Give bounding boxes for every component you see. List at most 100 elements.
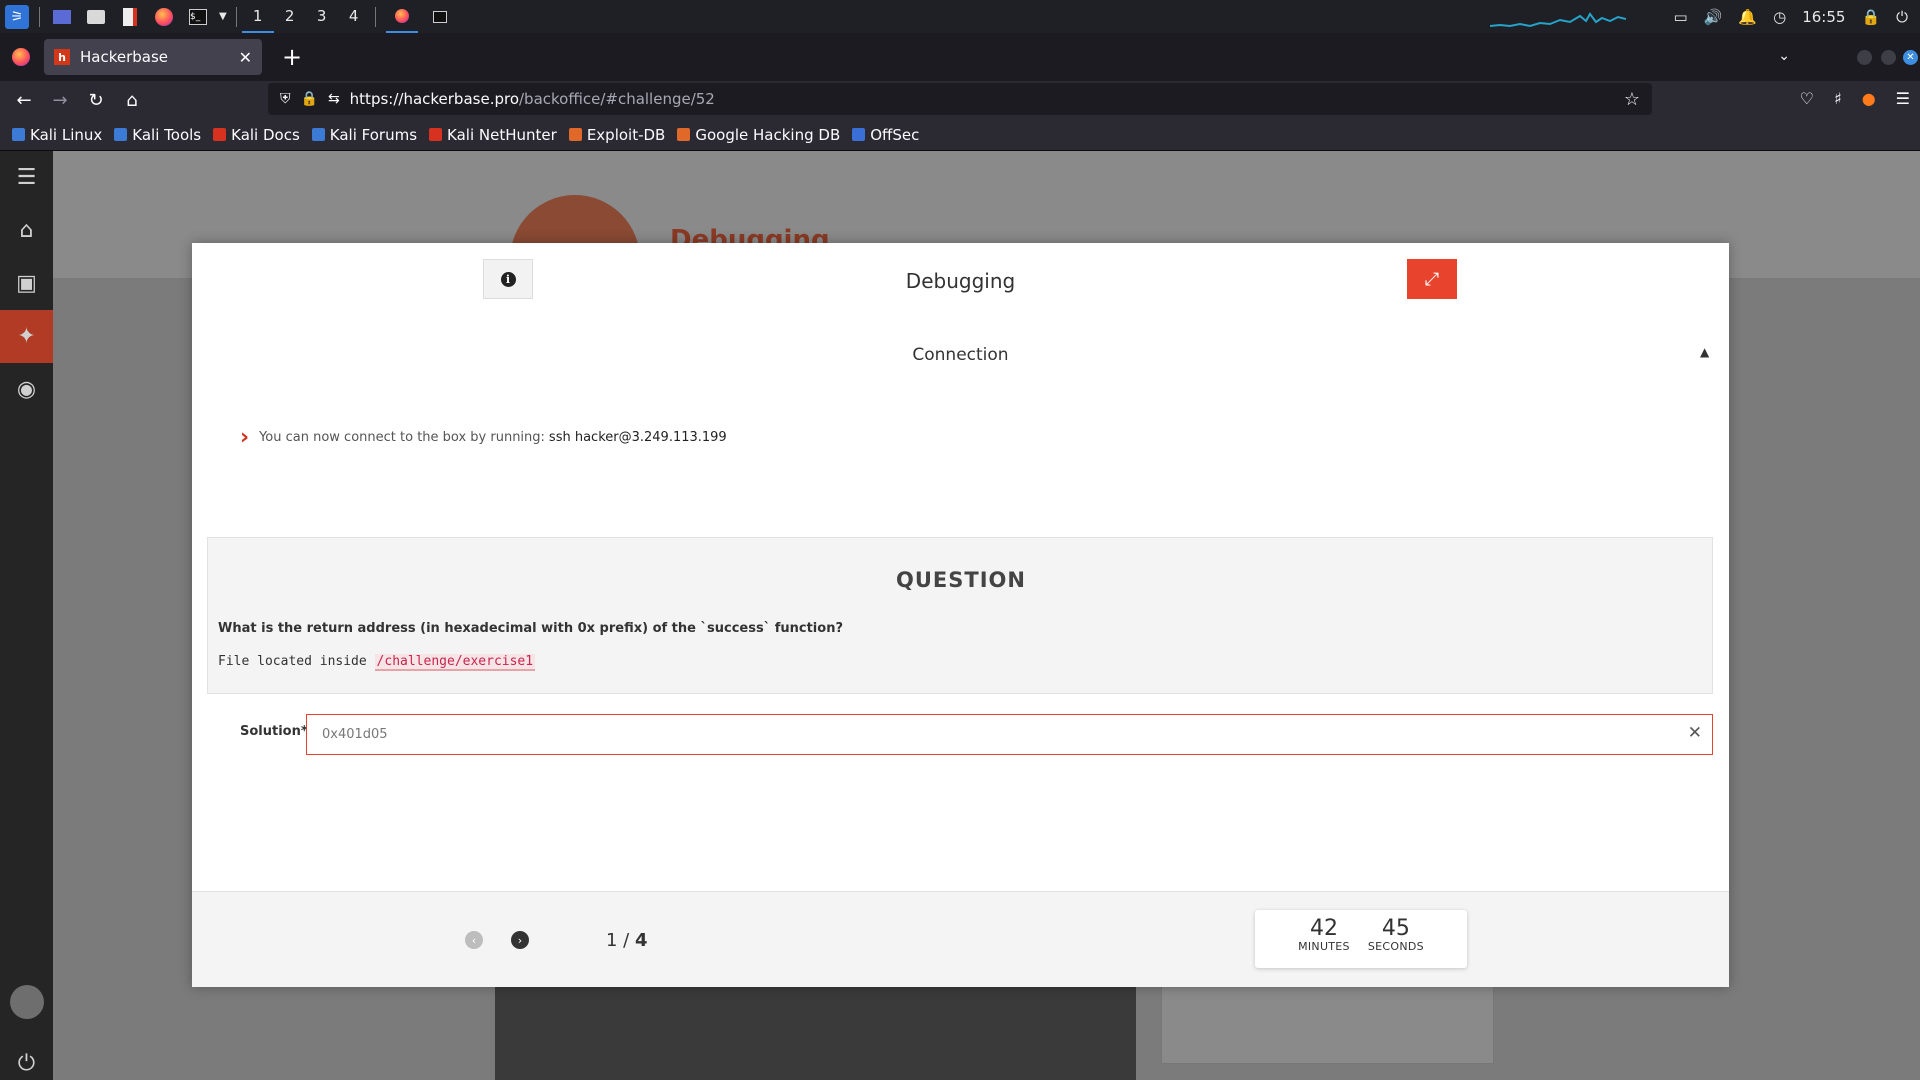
notifications-icon[interactable]: 🔔: [1738, 8, 1757, 26]
previous-question-icon[interactable]: ‹: [465, 931, 483, 949]
page-total: 4: [634, 930, 648, 951]
clock-icon: ◷: [1773, 7, 1787, 26]
bookmark-kali-linux[interactable]: Kali Linux: [12, 126, 102, 144]
back-icon[interactable]: ←: [6, 90, 42, 111]
expand-button[interactable]: ⤢: [1407, 259, 1457, 299]
clear-icon[interactable]: ✕: [1688, 723, 1702, 743]
pocket-icon[interactable]: ♡: [1800, 89, 1814, 108]
question-pager: 1 / 4: [606, 930, 648, 951]
file-location-prefix: File located inside: [218, 654, 367, 669]
volume-icon[interactable]: 🔊: [1704, 8, 1723, 26]
bookmark-label: Kali Docs: [231, 125, 300, 144]
extensions-icon[interactable]: ♯: [1834, 89, 1842, 108]
text-editor-icon[interactable]: [118, 5, 142, 29]
home-icon[interactable]: ⌂: [114, 90, 150, 111]
bookmark-kali-nethunter[interactable]: Kali NetHunter: [429, 126, 557, 144]
logout-power-icon[interactable]: ⏻: [0, 1037, 53, 1080]
bookmark-exploit-db[interactable]: Exploit-DB: [568, 125, 666, 144]
lock-icon[interactable]: 🔒: [1861, 8, 1880, 26]
workspace-1[interactable]: 1: [241, 0, 274, 33]
firefox-window-button[interactable]: [385, 0, 418, 33]
timer-seconds-label: SECONDS: [1367, 940, 1424, 953]
permissions-icon[interactable]: ⇆: [328, 91, 340, 107]
system-taskbar: ⚞ $_ ▼ 1 2 3 4 ▭ 🔊 🔔 ◷ 16:55 🔒 ⏻: [0, 0, 1920, 33]
bookmark-label: Exploit-DB: [586, 125, 666, 144]
hackerbase-favicon-icon: h: [54, 49, 70, 65]
app-sidebar: ☰ ⌂ ▣ ✦ ◉ ⏻: [0, 151, 53, 1080]
minimize-window-button[interactable]: [1857, 50, 1872, 65]
terminal-icon[interactable]: $_: [186, 5, 210, 29]
expand-arrows-icon: ⤢: [1424, 268, 1440, 290]
clock-time[interactable]: 16:55: [1802, 8, 1845, 26]
sidebar-briefcase-icon[interactable]: ▣: [0, 257, 53, 310]
workspace-4[interactable]: 4: [338, 0, 370, 33]
firefox-launcher-icon[interactable]: [152, 5, 176, 29]
terminal-window-button[interactable]: [428, 5, 452, 29]
bookmark-star-icon[interactable]: ☆: [1624, 89, 1640, 110]
new-tab-icon[interactable]: +: [282, 43, 302, 71]
caret-up-icon[interactable]: ▲: [1700, 345, 1709, 359]
timer-seconds-value: 45: [1381, 916, 1410, 941]
url-path: /backoffice/#challenge/52: [519, 90, 715, 108]
connection-info: › You can now connect to the box by runn…: [240, 425, 727, 450]
connection-accordion-header[interactable]: Connection: [192, 345, 1729, 365]
close-window-button[interactable]: ✕: [1903, 50, 1918, 65]
next-question-icon[interactable]: ›: [511, 931, 529, 949]
system-tray: ▭ 🔊 🔔 ◷ 16:55 🔒 ⏻: [1674, 0, 1920, 33]
show-desktop-icon[interactable]: [50, 5, 74, 29]
sidebar-home-icon[interactable]: ⌂: [0, 204, 53, 257]
user-avatar[interactable]: [10, 985, 44, 1019]
list-all-tabs-icon[interactable]: ⌄: [1778, 48, 1790, 64]
launcher-dropdown-icon[interactable]: ▼: [219, 11, 227, 22]
tab-close-icon[interactable]: ✕: [239, 48, 252, 67]
reload-icon[interactable]: ↻: [78, 90, 114, 111]
firefox-view-icon[interactable]: [12, 48, 30, 66]
display-icon[interactable]: ▭: [1674, 8, 1688, 26]
app-menu-icon[interactable]: ☰: [1896, 89, 1910, 108]
bookmark-offsec[interactable]: OffSec: [852, 126, 919, 144]
workspace-2[interactable]: 2: [274, 0, 306, 33]
gauge-card: [1161, 984, 1494, 1064]
file-manager-icon[interactable]: [84, 5, 108, 29]
question-panel: QUESTION What is the return address (in …: [207, 537, 1713, 694]
toolbar-buttons: ♡ ♯ ● ☰: [1800, 89, 1910, 108]
sidebar-puzzle-icon[interactable]: ✦: [0, 310, 53, 363]
browser-tab[interactable]: h Hackerbase ✕: [44, 39, 262, 75]
bookmark-kali-forums[interactable]: Kali Forums: [311, 125, 418, 144]
chevron-right-icon: ›: [240, 425, 250, 450]
taskbar-separator: [374, 6, 376, 27]
foxyproxy-icon[interactable]: ●: [1862, 89, 1876, 108]
tab-title: Hackerbase: [80, 48, 169, 66]
tracking-shield-icon[interactable]: ⛨: [280, 91, 291, 107]
padlock-icon[interactable]: 🔒: [301, 91, 318, 107]
url-host: https://hackerbase.pro: [349, 90, 519, 108]
question-heading: QUESTION: [896, 568, 1026, 592]
bookmark-kali-tools[interactable]: Kali Tools: [114, 126, 201, 144]
taskbar-separator: [235, 6, 237, 27]
url-bar[interactable]: ⛨ 🔒 ⇆ https://hackerbase.pro/backoffice/…: [268, 83, 1652, 115]
solution-label: Solution*: [240, 724, 308, 739]
countdown-timer: 42 MINUTES 45 SECONDS: [1255, 910, 1467, 968]
solution-field[interactable]: ✕: [306, 714, 1713, 755]
bookmarks-toolbar: Kali Linux Kali Tools Kali Docs Kali For…: [0, 119, 1920, 151]
bookmark-label: Kali Linux: [30, 125, 103, 144]
sidebar-menu-icon[interactable]: ☰: [0, 151, 53, 204]
modal-footer: ‹ › 1 / 4 42 MINUTES 45 SECONDS: [192, 891, 1729, 987]
ssh-command: ssh hacker@3.249.113.199: [548, 430, 727, 445]
power-icon[interactable]: ⏻: [1896, 8, 1908, 26]
maximize-window-button[interactable]: [1881, 50, 1896, 65]
bookmark-label: Kali Forums: [329, 125, 418, 144]
workspace-3[interactable]: 3: [306, 0, 338, 33]
modal-title: Debugging: [905, 269, 1016, 293]
question-text: What is the return address (in hexadecim…: [218, 621, 843, 636]
solution-input[interactable]: [307, 715, 1667, 754]
bookmark-label: Kali NetHunter: [447, 125, 557, 144]
forward-icon[interactable]: →: [42, 90, 78, 111]
connection-text: You can now connect to the box by runnin…: [259, 430, 545, 445]
page-current: 1: [606, 930, 618, 951]
challenge-modal: i Debugging ⤢ Connection ▲ › You can now…: [192, 243, 1729, 987]
kali-menu-icon[interactable]: ⚞: [5, 4, 29, 29]
bookmark-google-hacking-db[interactable]: Google Hacking DB: [677, 126, 840, 144]
bookmark-kali-docs[interactable]: Kali Docs: [213, 126, 300, 144]
sidebar-gamepad-icon[interactable]: ◉: [0, 363, 53, 416]
